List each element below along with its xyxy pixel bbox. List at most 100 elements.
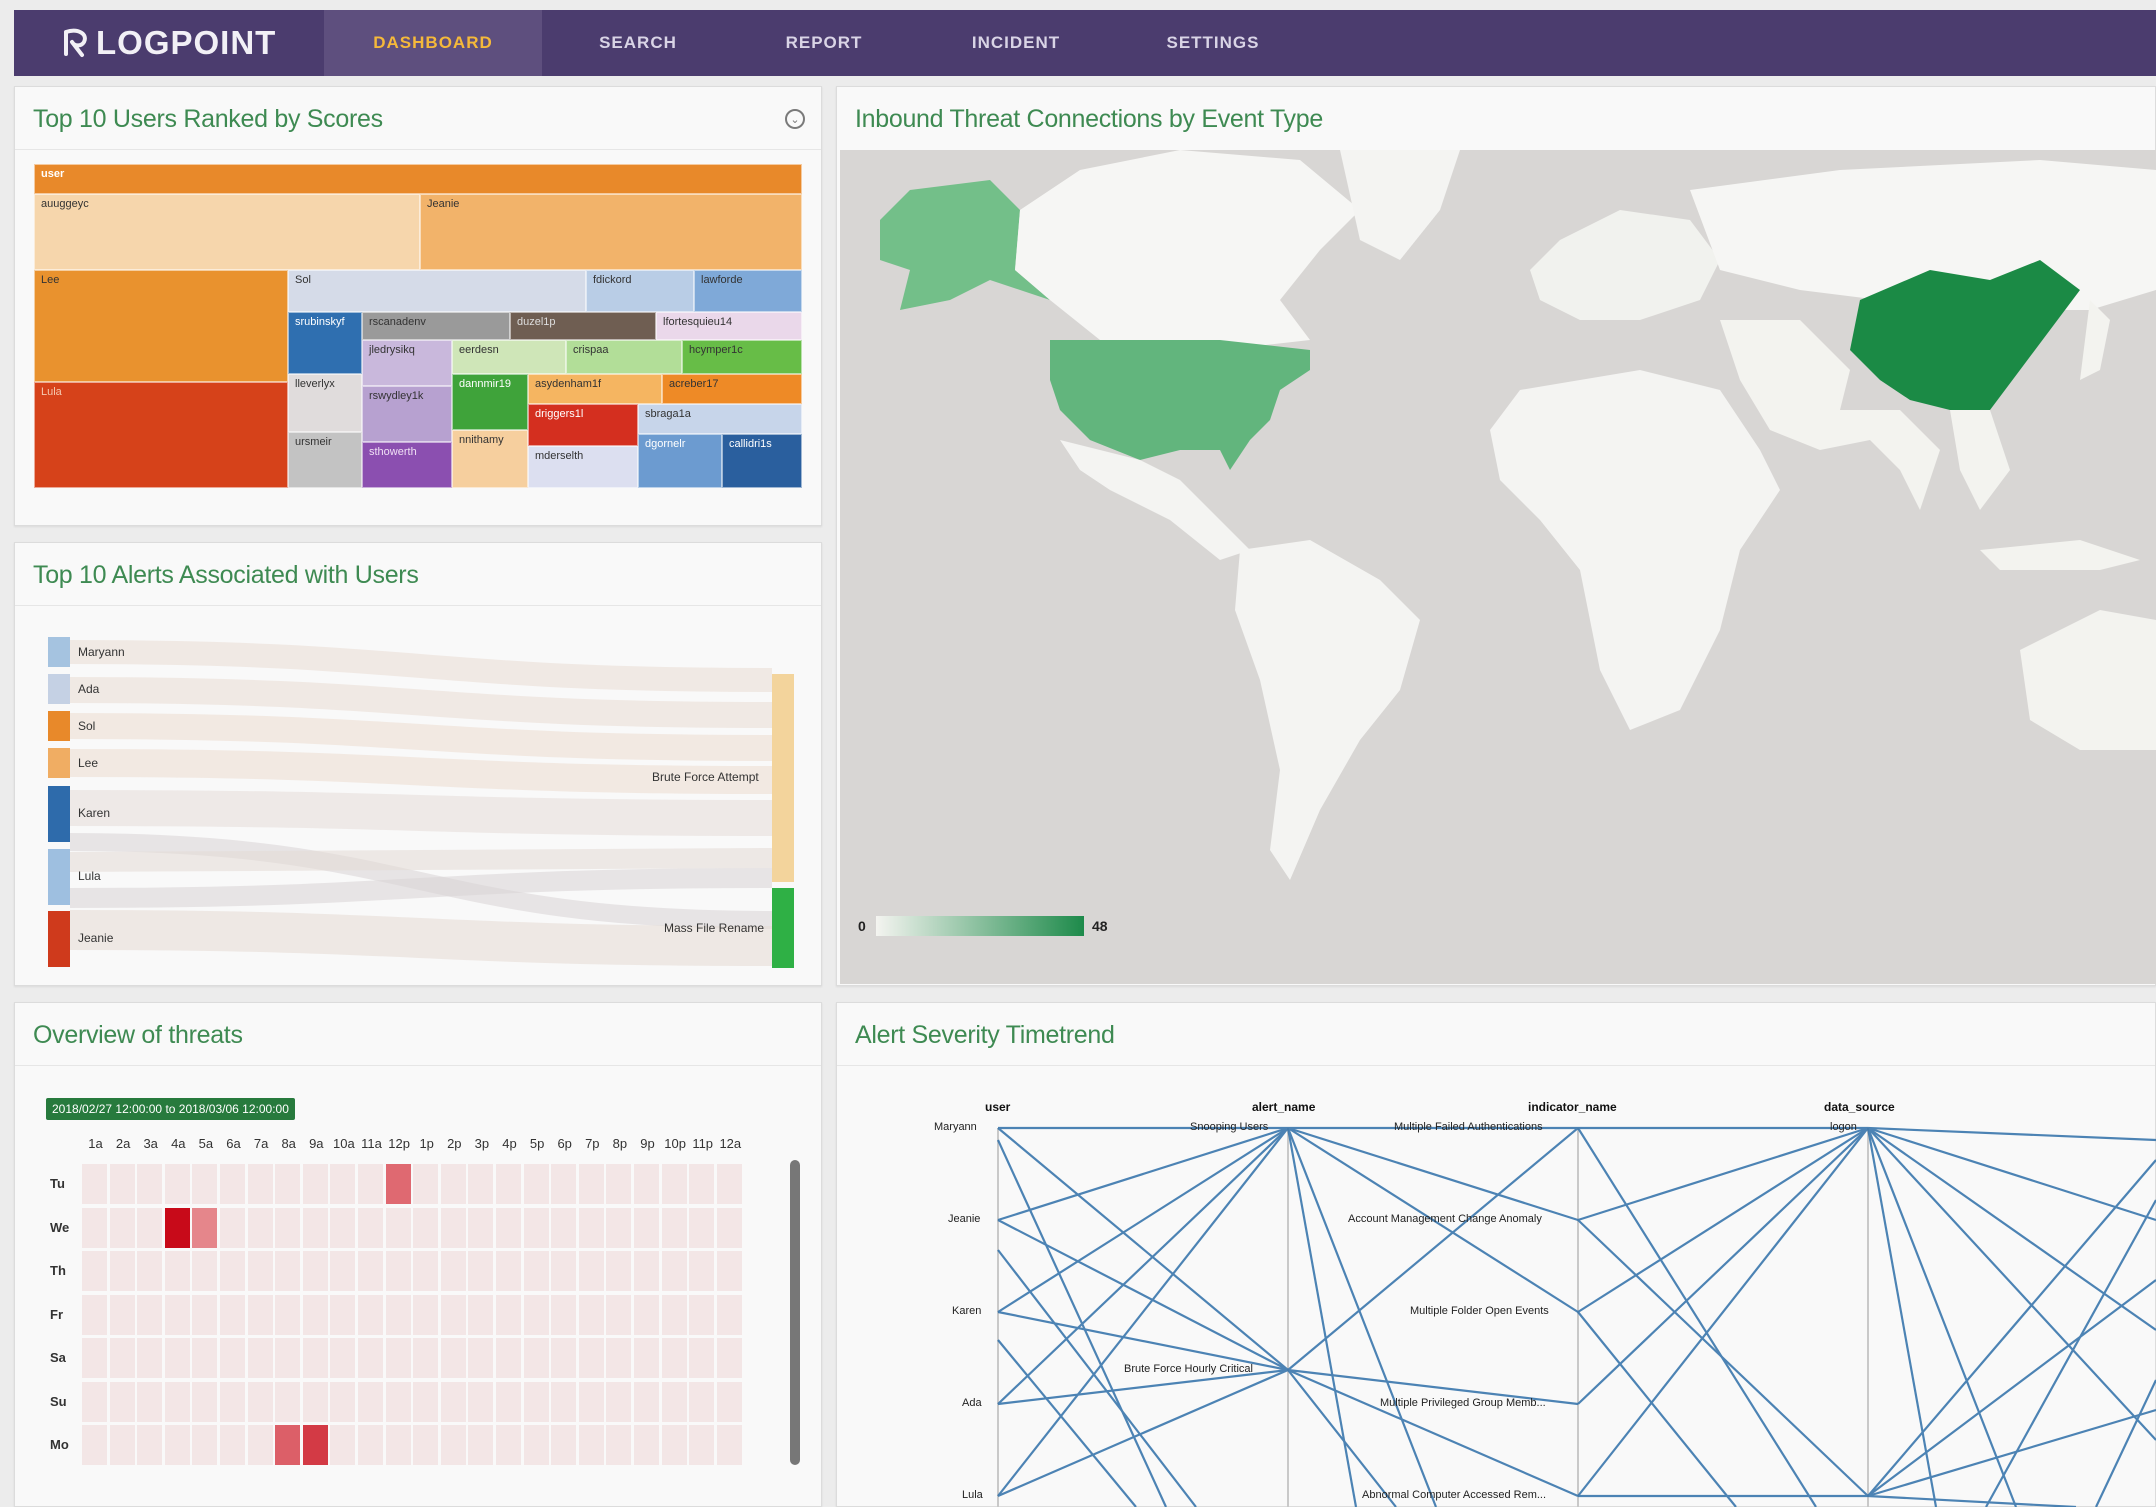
heatmap-cell[interactable] (137, 1338, 163, 1378)
heatmap-cell[interactable] (275, 1338, 301, 1378)
heatmap-cell[interactable] (689, 1207, 715, 1248)
heatmap-cell[interactable] (468, 1338, 494, 1378)
sankey-node[interactable] (48, 674, 70, 704)
heatmap-scrollbar[interactable] (790, 1160, 800, 1465)
heatmap-cell[interactable] (220, 1207, 245, 1248)
heatmap-cell[interactable] (385, 1251, 411, 1291)
heatmap-cell[interactable] (330, 1381, 356, 1422)
heatmap-cell[interactable] (247, 1381, 273, 1422)
heatmap-cell[interactable] (496, 1251, 521, 1291)
heatmap-cell[interactable] (82, 1207, 107, 1248)
heatmap-cell[interactable] (109, 1164, 135, 1204)
heatmap-cell[interactable] (634, 1338, 659, 1378)
heatmap-cell[interactable] (247, 1294, 273, 1335)
heatmap-cell[interactable] (358, 1338, 383, 1378)
heatmap-cell[interactable] (468, 1381, 494, 1422)
heatmap-cell[interactable] (275, 1164, 301, 1204)
heatmap-cell[interactable] (523, 1207, 549, 1248)
heatmap-cell[interactable] (716, 1381, 742, 1422)
heatmap-cell[interactable] (137, 1294, 163, 1335)
heatmap-cell[interactable] (302, 1294, 328, 1335)
heatmap-cell[interactable] (137, 1381, 163, 1422)
heatmap-cell[interactable] (551, 1381, 577, 1422)
heatmap-cell[interactable] (716, 1425, 742, 1465)
heatmap-cell[interactable] (192, 1164, 218, 1204)
heatmap-cell[interactable] (496, 1381, 521, 1422)
heatmap-cell[interactable] (578, 1294, 604, 1335)
heatmap-cell[interactable] (330, 1164, 356, 1204)
heatmap-cell[interactable] (634, 1251, 659, 1291)
heatmap-cell[interactable] (164, 1381, 190, 1422)
heatmap-cell[interactable] (606, 1251, 632, 1291)
heatmap-cell[interactable] (164, 1207, 190, 1248)
heatmap-cell[interactable] (192, 1207, 218, 1248)
heatmap-cell[interactable] (716, 1338, 742, 1378)
heatmap-cell[interactable] (247, 1207, 273, 1248)
heatmap-cell[interactable] (440, 1381, 466, 1422)
heatmap-cell[interactable] (523, 1251, 549, 1291)
heatmap-cell[interactable] (82, 1294, 107, 1335)
heatmap-cell[interactable] (578, 1425, 604, 1465)
heatmap-cell[interactable] (413, 1164, 439, 1204)
heatmap-cell[interactable] (716, 1294, 742, 1335)
heatmap-cell[interactable] (689, 1338, 715, 1378)
heatmap-cell[interactable] (551, 1338, 577, 1378)
heatmap-cell[interactable] (413, 1425, 439, 1465)
heatmap-cell[interactable] (109, 1425, 135, 1465)
heatmap-cell[interactable] (606, 1294, 632, 1335)
heatmap-cell[interactable] (302, 1251, 328, 1291)
heatmap-cell[interactable] (413, 1381, 439, 1422)
heatmap-cell[interactable] (247, 1425, 273, 1465)
heatmap-cell[interactable] (661, 1294, 687, 1335)
heatmap-cell[interactable] (716, 1207, 742, 1248)
heatmap-cell[interactable] (302, 1207, 328, 1248)
heatmap-cell[interactable] (578, 1164, 604, 1204)
heatmap-cell[interactable] (385, 1164, 411, 1204)
heatmap-cell[interactable] (109, 1207, 135, 1248)
heatmap-cell[interactable] (385, 1338, 411, 1378)
heatmap-cell[interactable] (496, 1164, 521, 1204)
heatmap-cell[interactable] (606, 1164, 632, 1204)
heatmap-cell[interactable] (220, 1425, 245, 1465)
heatmap-cell[interactable] (468, 1425, 494, 1465)
heatmap-cell[interactable] (358, 1207, 383, 1248)
heatmap-cell[interactable] (578, 1251, 604, 1291)
heatmap-cell[interactable] (385, 1294, 411, 1335)
heatmap-cell[interactable] (689, 1425, 715, 1465)
heatmap-cell[interactable] (385, 1425, 411, 1465)
heatmap-cell[interactable] (385, 1207, 411, 1248)
heatmap-cell[interactable] (551, 1251, 577, 1291)
heatmap-cell[interactable] (109, 1338, 135, 1378)
heatmap-cell[interactable] (413, 1338, 439, 1378)
heatmap-cell[interactable] (358, 1251, 383, 1291)
heatmap-cell[interactable] (330, 1294, 356, 1335)
heatmap-cell[interactable] (661, 1425, 687, 1465)
heatmap-cell[interactable] (358, 1164, 383, 1204)
heatmap-cell[interactable] (164, 1251, 190, 1291)
heatmap-cell[interactable] (192, 1381, 218, 1422)
heatmap-cell[interactable] (192, 1425, 218, 1465)
heatmap-cell[interactable] (634, 1207, 659, 1248)
heatmap-cell[interactable] (578, 1381, 604, 1422)
sankey-node[interactable] (48, 849, 70, 905)
heatmap-cell[interactable] (689, 1381, 715, 1422)
heatmap-cell[interactable] (358, 1425, 383, 1465)
heatmap-cell[interactable] (606, 1381, 632, 1422)
heatmap-cell[interactable] (220, 1251, 245, 1291)
heatmap-cell[interactable] (523, 1381, 549, 1422)
heatmap-cell[interactable] (440, 1338, 466, 1378)
heatmap-cell[interactable] (164, 1164, 190, 1204)
heatmap-cell[interactable] (606, 1207, 632, 1248)
heatmap-cell[interactable] (82, 1251, 107, 1291)
heatmap-cell[interactable] (275, 1294, 301, 1335)
sankey-node[interactable] (48, 911, 70, 967)
heatmap-cell[interactable] (330, 1425, 356, 1465)
heatmap-cell[interactable] (302, 1164, 328, 1204)
heatmap-cell[interactable] (440, 1164, 466, 1204)
heatmap-cell[interactable] (523, 1294, 549, 1335)
heatmap-cell[interactable] (634, 1425, 659, 1465)
heatmap-cell[interactable] (109, 1251, 135, 1291)
heatmap-cell[interactable] (606, 1425, 632, 1465)
heatmap-cell[interactable] (689, 1164, 715, 1204)
heatmap-cell[interactable] (606, 1338, 632, 1378)
